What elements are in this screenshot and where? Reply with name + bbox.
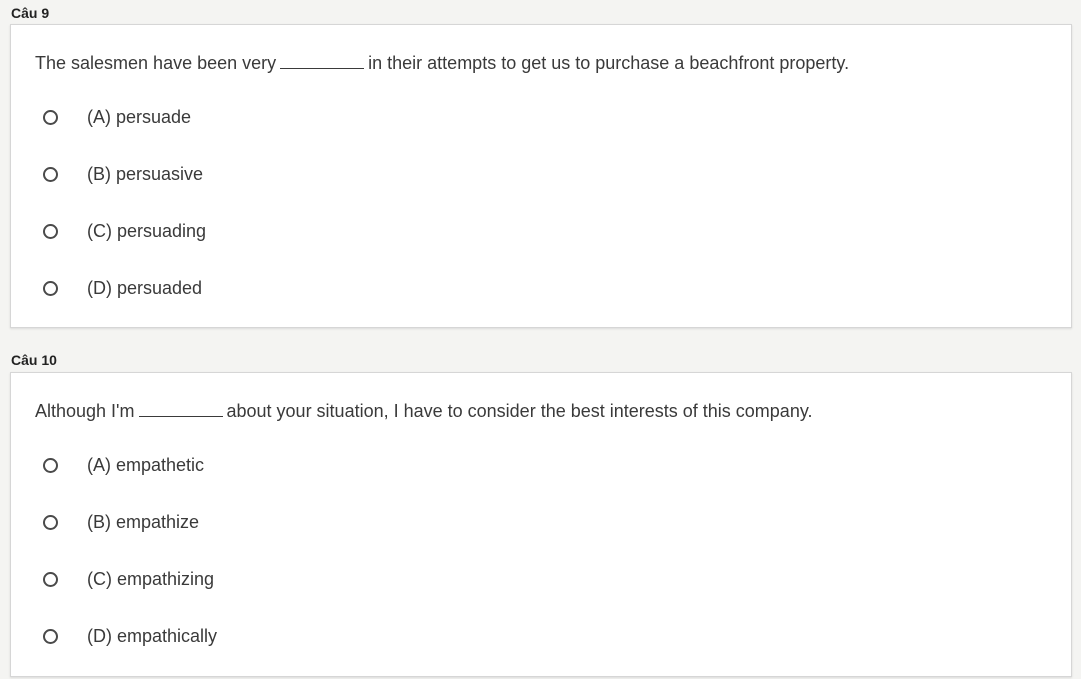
radio-button-unchecked-icon[interactable] [43, 280, 58, 296]
option-label: (D) persuaded [87, 277, 203, 298]
question-prompt-9: The salesmen have been very in their atte… [35, 53, 849, 74]
radio-button-unchecked-icon[interactable] [43, 628, 58, 644]
question-card-10: Although I'm about your situation, I have… [10, 372, 1072, 677]
radio-button-unchecked-icon[interactable] [43, 571, 58, 587]
radio-button-unchecked-icon[interactable] [43, 166, 58, 182]
question-heading-9: Câu 9 [11, 5, 50, 21]
question-heading-10: Câu 10 [11, 352, 57, 368]
radio-button-unchecked-icon[interactable] [43, 514, 58, 530]
option-d[interactable]: (D) persuaded [43, 275, 202, 301]
radio-button-unchecked-icon[interactable] [43, 223, 58, 239]
option-b[interactable]: (B) empathize [43, 509, 199, 535]
answer-blank [280, 54, 365, 69]
radio-button-unchecked-icon[interactable] [43, 109, 58, 125]
prompt-text-after: in their attempts to get us to purchase … [368, 53, 850, 73]
option-label: (C) empathizing [87, 568, 215, 589]
radio-button-unchecked-icon[interactable] [43, 457, 58, 473]
question-card-9: The salesmen have been very in their atte… [10, 24, 1072, 328]
option-label: (A) persuade [87, 106, 192, 127]
answer-blank [138, 402, 223, 417]
option-label: (A) empathetic [87, 454, 205, 475]
option-a[interactable]: (A) empathetic [43, 452, 204, 478]
option-c[interactable]: (C) persuading [43, 218, 206, 244]
option-label: (C) persuading [87, 220, 207, 241]
option-label: (B) persuasive [87, 163, 204, 184]
prompt-text-before: Although I'm [35, 401, 135, 421]
option-a[interactable]: (A) persuade [43, 104, 191, 130]
prompt-text-before: The salesmen have been very [35, 53, 277, 73]
option-d[interactable]: (D) empathically [43, 623, 217, 649]
prompt-text-after: about your situation, I have to consider… [226, 401, 813, 421]
option-b[interactable]: (B) persuasive [43, 161, 203, 187]
option-label: (D) empathically [87, 625, 218, 646]
option-label: (B) empathize [87, 511, 200, 532]
option-c[interactable]: (C) empathizing [43, 566, 214, 592]
question-prompt-10: Although I'm about your situation, I have… [35, 401, 813, 422]
